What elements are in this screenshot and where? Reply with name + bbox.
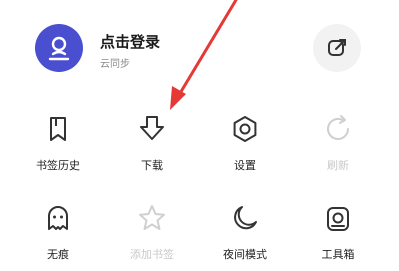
menu-item-label: 设置 [234, 159, 256, 172]
menu-item-night-mode[interactable]: 夜间模式 [205, 203, 285, 271]
menu-item-label: 添加书签 [130, 248, 174, 261]
sync-subtitle: 云同步 [100, 59, 130, 70]
moon-icon [234, 206, 257, 230]
refresh-icon [327, 115, 349, 140]
incognito-icon [48, 206, 68, 230]
menu-item-label: 书签历史 [36, 159, 80, 172]
download-icon [140, 116, 164, 140]
bookmark-icon [50, 117, 66, 141]
user-avatar-icon [48, 36, 70, 61]
menu-item-settings[interactable]: 设置 [205, 114, 285, 184]
star-icon [139, 205, 165, 230]
login-avatar[interactable] [35, 24, 83, 72]
menu-item-label: 下载 [141, 159, 163, 172]
menu-item-label: 无痕 [47, 248, 69, 261]
menu-item-label: 工具箱 [321, 248, 355, 261]
menu-item-toolbox[interactable]: 工具箱 [298, 203, 378, 271]
settings-icon [233, 116, 257, 142]
menu-item-download[interactable]: 下载 [112, 114, 192, 184]
menu-item-bookmark-history[interactable]: 书签历史 [18, 114, 98, 184]
toolbox-icon [327, 207, 349, 231]
menu-item-label: 刷新 [327, 159, 349, 172]
menu-item-incognito[interactable]: 无痕 [18, 203, 98, 271]
menu-item-label: 夜间模式 [223, 248, 267, 261]
edit-icon [328, 39, 346, 56]
menu-item-add-bookmark[interactable]: 添加书签 [112, 203, 192, 271]
login-title[interactable]: 点击登录 [100, 31, 160, 52]
edit-button[interactable] [313, 24, 361, 72]
menu-item-refresh[interactable]: 刷新 [298, 114, 378, 184]
browser-menu-panel: 点击登录 云同步 书签历史 下载 设置 刷新 无痕 添加书签 夜间模式 工具箱 [0, 0, 399, 271]
